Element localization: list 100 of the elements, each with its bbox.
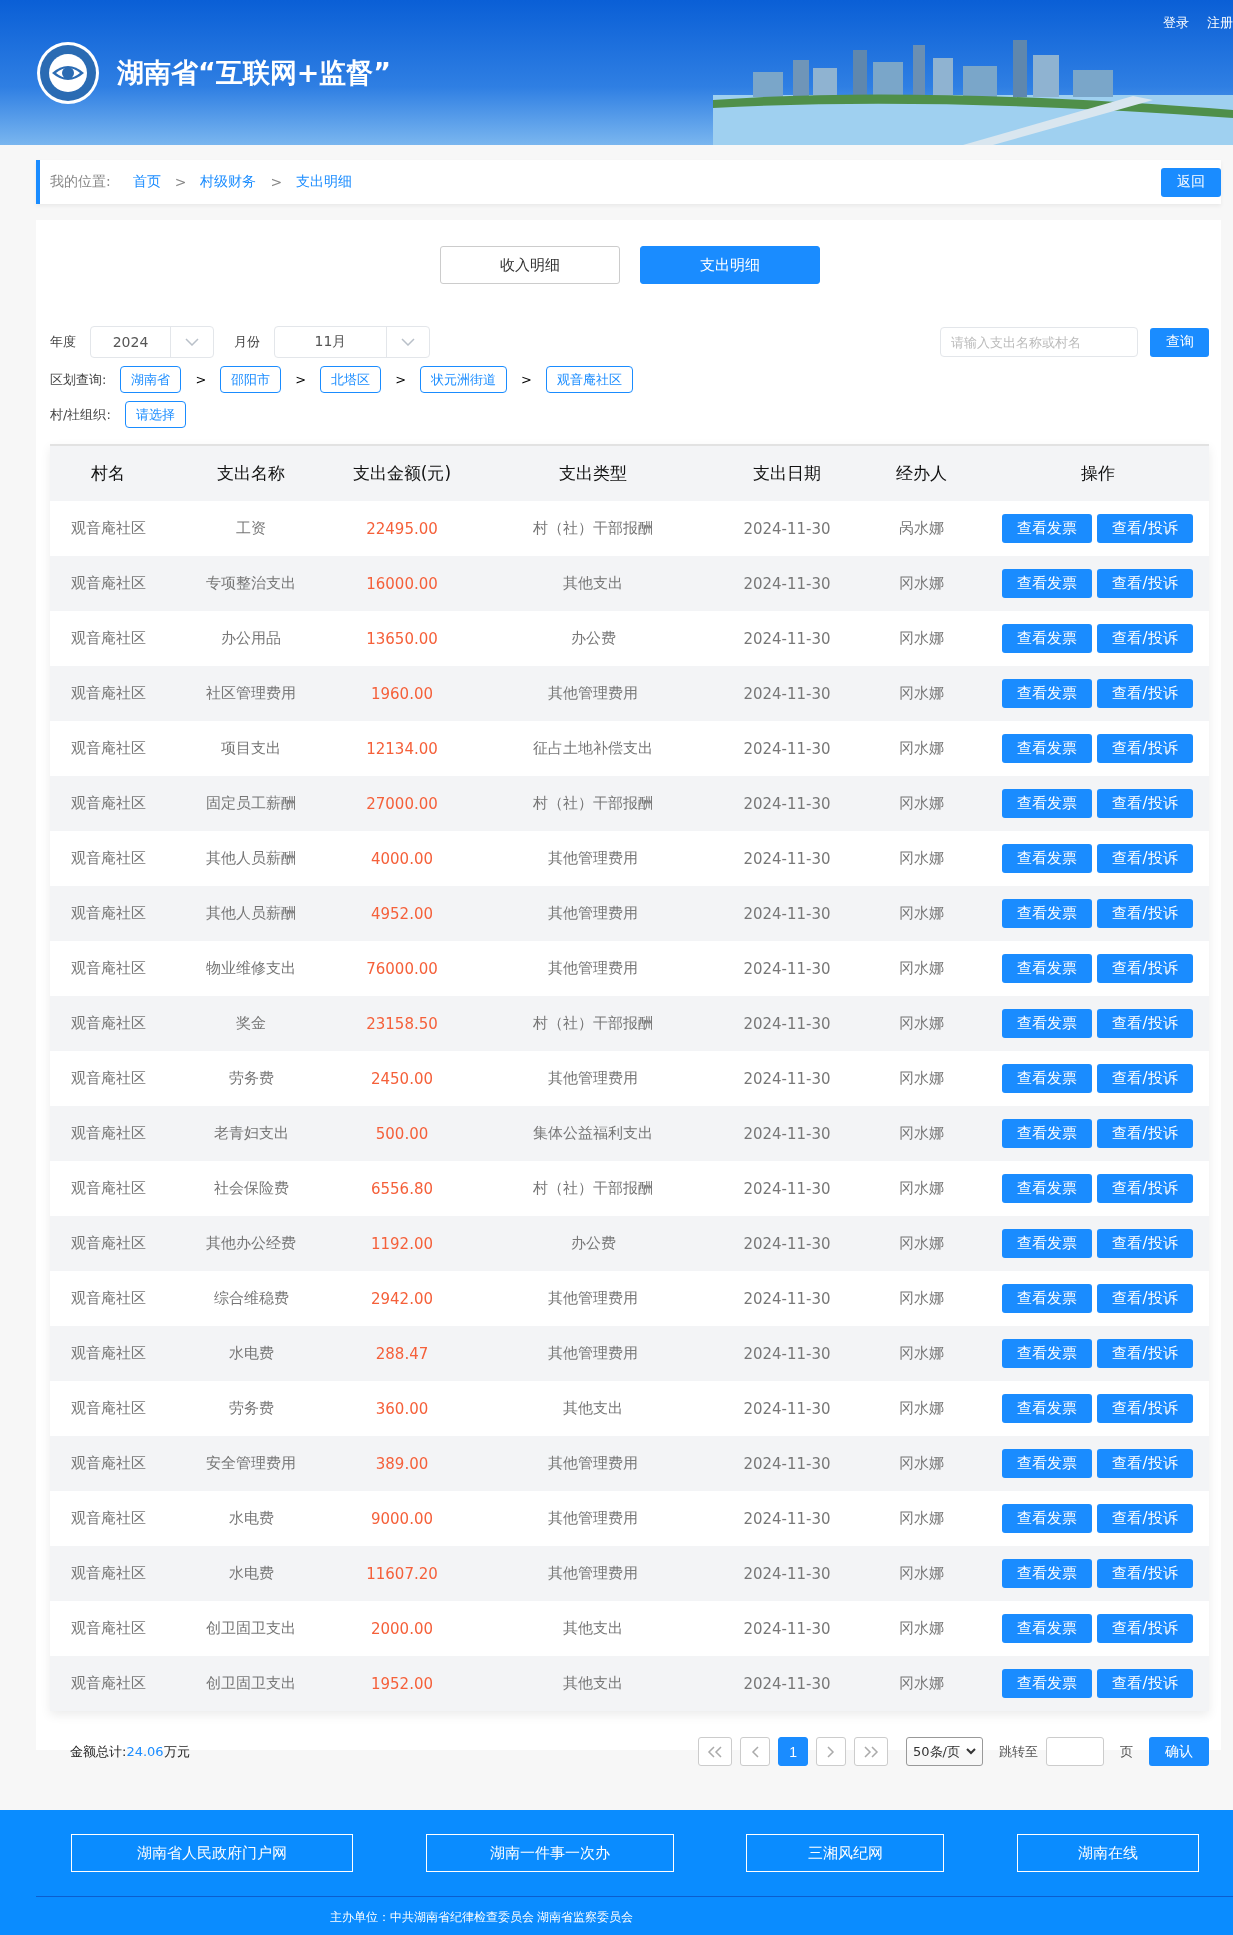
breadcrumb-link[interactable]: 村级财务 xyxy=(200,173,257,191)
tab[interactable]: 支出明细 xyxy=(639,246,820,284)
view-complaint-button[interactable]: 查看/投诉 xyxy=(1097,789,1193,818)
page-unit-label: 页 xyxy=(1120,1742,1133,1761)
table-cell-text: 观音庵社区 xyxy=(69,1289,147,1308)
view-complaint-button[interactable]: 查看/投诉 xyxy=(1097,624,1193,653)
view-invoice-button[interactable]: 查看发票 xyxy=(1002,1449,1093,1478)
view-invoice-button[interactable]: 查看发票 xyxy=(1002,844,1093,873)
footer-link[interactable]: 湖南省人民政府门户网 xyxy=(71,1834,353,1872)
table-cell-text: 2024-11-30 xyxy=(742,1179,832,1198)
view-invoice-button[interactable]: 查看发票 xyxy=(1002,1394,1093,1423)
breadcrumb-separator: > xyxy=(174,174,187,190)
table-cell-text: 观音庵社区 xyxy=(69,1564,147,1583)
month-select[interactable]: 11月 xyxy=(274,326,430,358)
view-complaint-button[interactable]: 查看/投诉 xyxy=(1097,1614,1193,1643)
view-invoice-button[interactable]: 查看发票 xyxy=(1002,569,1093,598)
table-cell-text: 冈水娜 xyxy=(897,1069,945,1088)
table-cell-text: 2000.00 xyxy=(370,1619,434,1638)
breadcrumb-link[interactable]: 首页 xyxy=(132,173,161,191)
view-complaint-button[interactable]: 查看/投诉 xyxy=(1097,1449,1193,1478)
view-invoice-button[interactable]: 查看发票 xyxy=(1002,899,1093,928)
table-cell-text: 2024-11-30 xyxy=(742,1674,832,1693)
view-complaint-button[interactable]: 查看/投诉 xyxy=(1097,1339,1193,1368)
region-chip[interactable]: 状元洲街道 xyxy=(420,366,508,393)
year-label: 年度 xyxy=(50,333,76,351)
view-invoice-button[interactable]: 查看发票 xyxy=(1002,1614,1093,1643)
view-invoice-button[interactable]: 查看发票 xyxy=(1002,1119,1093,1148)
page-size-select[interactable]: 50条/页 xyxy=(906,1737,983,1766)
table-cell-text: 村（社）干部报酬 xyxy=(532,794,654,813)
view-invoice-button[interactable]: 查看发票 xyxy=(1002,679,1093,708)
view-complaint-button[interactable]: 查看/投诉 xyxy=(1097,1229,1193,1258)
footer-link[interactable]: 湖南一件事一次办 xyxy=(425,1834,674,1872)
view-invoice-button[interactable]: 查看发票 xyxy=(1002,789,1093,818)
view-complaint-button[interactable]: 查看/投诉 xyxy=(1097,1119,1193,1148)
view-complaint-button[interactable]: 查看/投诉 xyxy=(1097,844,1193,873)
back-button[interactable]: 返回 xyxy=(1161,167,1221,197)
header-link[interactable]: 注册 xyxy=(1207,14,1233,32)
region-chip[interactable]: 邵阳市 xyxy=(220,366,282,393)
view-invoice-button[interactable]: 查看发票 xyxy=(1002,1174,1093,1203)
table-cell-text: 其他人员薪酬 xyxy=(205,904,297,923)
view-invoice-button[interactable]: 查看发票 xyxy=(1002,1339,1093,1368)
view-complaint-button[interactable]: 查看/投诉 xyxy=(1097,1669,1193,1698)
table-cell-text: 观音庵社区 xyxy=(69,684,147,703)
table-cell-text: 其他管理费用 xyxy=(547,1344,639,1363)
view-complaint-button[interactable]: 查看/投诉 xyxy=(1097,1394,1193,1423)
table-cell-text: 2024-11-30 xyxy=(742,1124,832,1143)
table-cell-text: 2024-11-30 xyxy=(742,519,832,538)
breadcrumb-link[interactable]: 支出明细 xyxy=(296,173,353,191)
table-cell-text: 其他管理费用 xyxy=(547,904,639,923)
view-complaint-button[interactable]: 查看/投诉 xyxy=(1097,1009,1193,1038)
footer-link[interactable]: 湖南在线 xyxy=(1016,1834,1199,1872)
view-invoice-button[interactable]: 查看发票 xyxy=(1002,1504,1093,1533)
search-field[interactable]: 请输入支出名称或村名 xyxy=(940,327,1138,357)
view-invoice-button[interactable]: 查看发票 xyxy=(1002,1229,1093,1258)
region-chip[interactable]: 湖南省 xyxy=(120,366,182,393)
page-button[interactable]: 1 xyxy=(778,1737,809,1766)
view-complaint-button[interactable]: 查看/投诉 xyxy=(1097,1284,1193,1313)
view-invoice-button[interactable]: 查看发票 xyxy=(1002,1064,1093,1093)
view-invoice-button[interactable]: 查看发票 xyxy=(1002,1669,1093,1698)
view-complaint-button[interactable]: 查看/投诉 xyxy=(1097,569,1193,598)
view-complaint-button[interactable]: 查看/投诉 xyxy=(1097,514,1193,543)
tab[interactable]: 收入明细 xyxy=(439,246,620,284)
organization-label: 村/社组织: xyxy=(50,405,111,424)
table-cell-text: 水电费 xyxy=(227,1509,275,1528)
view-complaint-button[interactable]: 查看/投诉 xyxy=(1097,1559,1193,1588)
table-cell-text: 其他支出 xyxy=(562,1399,624,1418)
view-complaint-button[interactable]: 查看/投诉 xyxy=(1097,899,1193,928)
table-cell-text: 2024-11-30 xyxy=(742,629,832,648)
table-cell-text: 办公费 xyxy=(569,1234,617,1253)
view-invoice-button[interactable]: 查看发票 xyxy=(1002,514,1093,543)
table-cell-text: 1192.00 xyxy=(370,1234,434,1253)
table-cell-text: 冈水娜 xyxy=(897,1454,945,1473)
view-complaint-button[interactable]: 查看/投诉 xyxy=(1097,1174,1193,1203)
view-invoice-button[interactable]: 查看发票 xyxy=(1002,954,1093,983)
search-button[interactable]: 查询 xyxy=(1150,327,1209,357)
region-chip[interactable]: 北塔区 xyxy=(320,366,382,393)
header-link[interactable]: 登录 xyxy=(1163,14,1189,32)
view-complaint-button[interactable]: 查看/投诉 xyxy=(1097,954,1193,983)
view-complaint-button[interactable]: 查看/投诉 xyxy=(1097,1064,1193,1093)
view-complaint-button[interactable]: 查看/投诉 xyxy=(1097,1504,1193,1533)
table-cell-text: 村（社）干部报酬 xyxy=(532,519,654,538)
year-select[interactable]: 2024 xyxy=(90,326,214,358)
view-complaint-button[interactable]: 查看/投诉 xyxy=(1097,679,1193,708)
footer-link[interactable]: 三湘风纪网 xyxy=(746,1834,945,1872)
view-invoice-button[interactable]: 查看发票 xyxy=(1002,1009,1093,1038)
table-cell-text: 其他支出 xyxy=(562,574,624,593)
view-invoice-button[interactable]: 查看发票 xyxy=(1002,734,1093,763)
column-header: 经办人 xyxy=(894,462,948,485)
table-cell-text: 360.00 xyxy=(374,1399,430,1418)
column-header: 操作 xyxy=(1079,462,1116,485)
table-cell-text: 综合维稳费 xyxy=(212,1289,290,1308)
view-invoice-button[interactable]: 查看发票 xyxy=(1002,1284,1093,1313)
view-invoice-button[interactable]: 查看发票 xyxy=(1002,1559,1093,1588)
organization-select-button[interactable]: 请选择 xyxy=(124,401,186,428)
table-cell-text: 观音庵社区 xyxy=(69,794,147,813)
view-invoice-button[interactable]: 查看发票 xyxy=(1002,624,1093,653)
table-cell-text: 呙水娜 xyxy=(897,519,945,538)
region-chip[interactable]: 观音庵社区 xyxy=(546,366,633,393)
view-complaint-button[interactable]: 查看/投诉 xyxy=(1097,734,1193,763)
confirm-button[interactable]: 确认 xyxy=(1149,1737,1209,1766)
